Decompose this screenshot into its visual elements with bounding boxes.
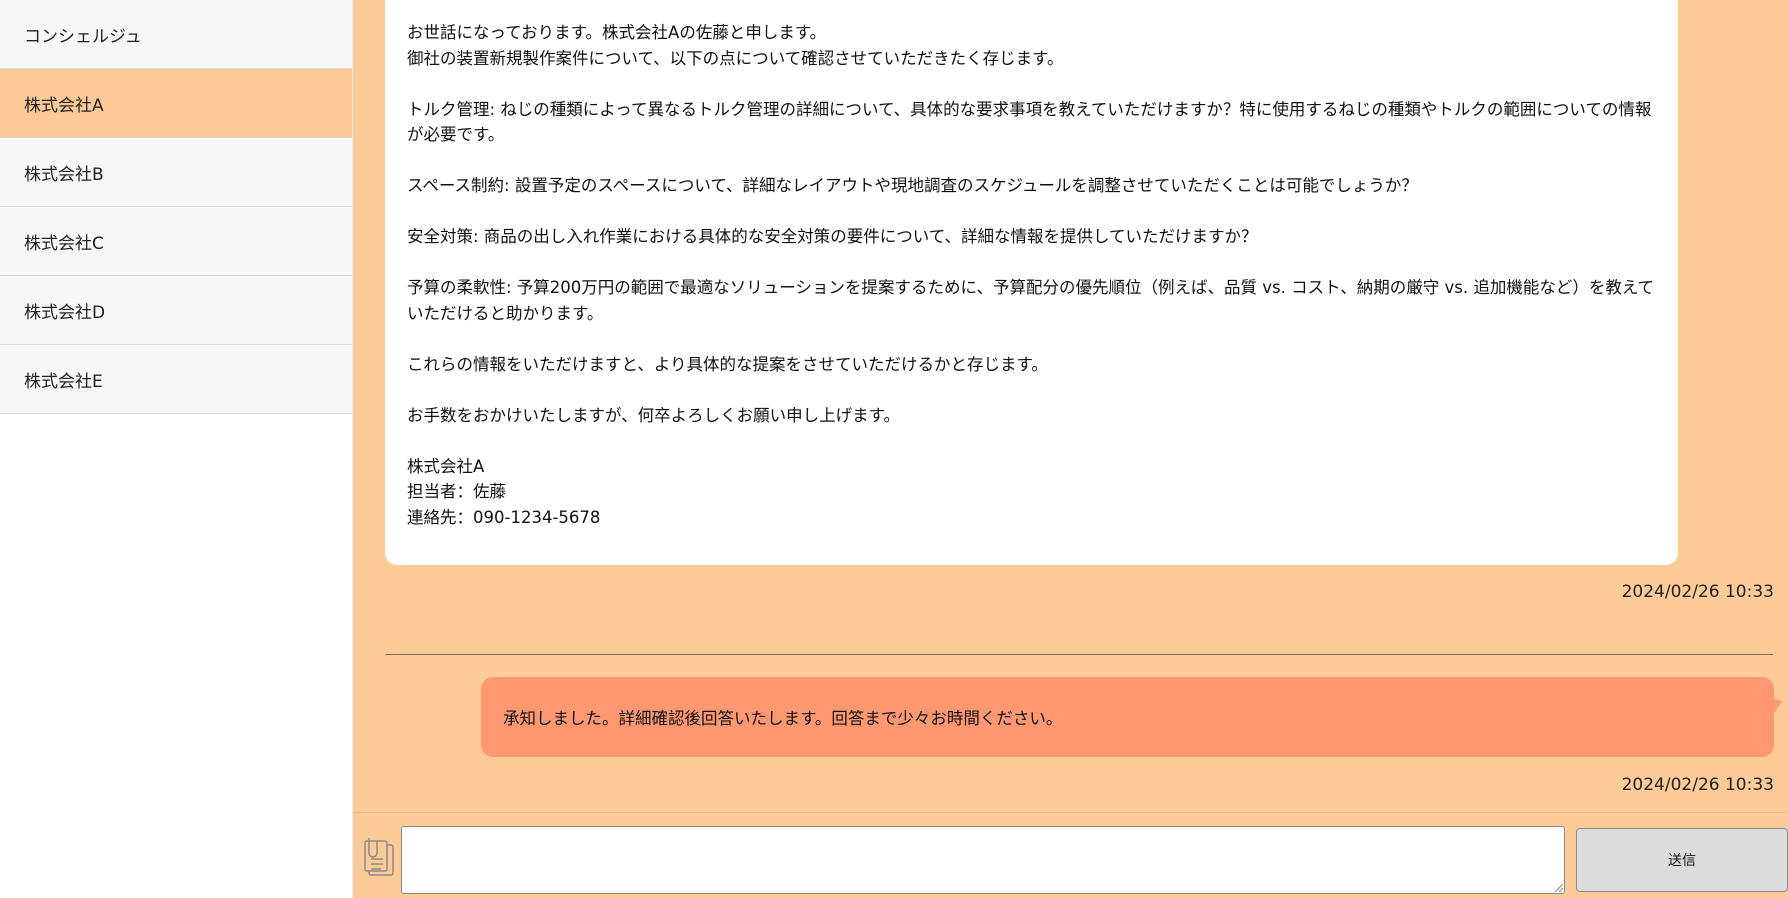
message-line: 担当者：佐藤 [407,482,506,501]
sidebar-item-company-d[interactable]: 株式会社D [0,276,352,345]
sidebar-item-company-e[interactable]: 株式会社E [0,345,352,414]
message-line: お世話になっております。株式会社Aの佐藤と申します。 [407,23,827,42]
message-line [407,199,1656,225]
message-line [407,71,1656,97]
outgoing-message-text: 承知しました。詳細確認後回答いたします。回答まで少々お時間ください。 [503,709,1063,728]
message-line [407,377,1656,403]
message-line: お手数をおかけいたしますが、何卒よろしくお願い申し上げます。 [407,405,901,425]
sidebar: コンシェルジュ 株式会社A 株式会社B 株式会社C 株式会社D 株式会社E [0,0,353,898]
resize-grip-icon[interactable] [1553,882,1563,892]
message-line: 御社の装置新規製作案件について、以下の点について確認させていただきたく存じます。 [407,48,1064,68]
sidebar-item-company-a[interactable]: 株式会社A [0,69,352,138]
message-line: 安全対策: 商品の出し入れ作業における具体的な安全対策の要件について、詳細な情報… [407,227,1258,246]
chat-area: お世話になっております。株式会社Aの佐藤と申します。 御社の装置新規製作案件につ… [353,0,1788,898]
message-line: トルク管理: ねじの種類によって異なるトルク管理の詳細について、具体的な要求事項… [407,99,1652,145]
incoming-message: お世話になっております。株式会社Aの佐藤と申します。 御社の装置新規製作案件につ… [385,0,1678,565]
message-line [407,250,1656,276]
message-line: スペース制約: 設置予定のスペースについて、詳細なレイアウトや現地調査のスケジュ… [407,176,1418,195]
message-line: これらの情報をいただけますと、より具体的な提案をさせていただけるかと存じます。 [407,354,1048,374]
message-input[interactable] [401,826,1565,894]
message-line [407,148,1656,174]
sidebar-item-company-c[interactable]: 株式会社C [0,207,352,276]
message-line: 株式会社A [407,456,485,476]
incoming-timestamp: 2024/02/26 10:33 [1621,582,1774,602]
sidebar-item-concierge[interactable]: コンシェルジュ [0,0,352,69]
message-line: 予算の柔軟性: 予算200万円の範囲で最適なソリューションを提案するために、予算… [407,278,1655,323]
message-divider [385,654,1773,655]
send-button[interactable]: 送信 [1576,828,1788,892]
outgoing-message: 承知しました。詳細確認後回答いたします。回答まで少々お時間ください。 [481,677,1774,757]
composer: 送信 [353,812,1788,898]
message-line [407,326,1656,352]
clipboard-attach-icon[interactable] [359,835,399,879]
sidebar-item-company-b[interactable]: 株式会社B [0,138,352,207]
outgoing-timestamp: 2024/02/26 10:33 [1621,775,1774,795]
message-line: 連絡先：090-1234-5678 [407,507,601,527]
message-line [407,428,1656,454]
